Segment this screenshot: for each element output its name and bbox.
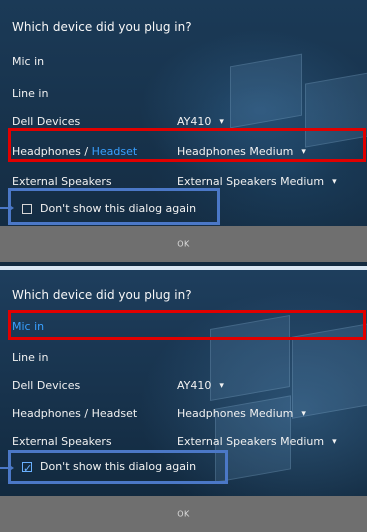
arrow-right-icon <box>0 464 14 472</box>
ok-button[interactable]: OK <box>177 510 190 519</box>
dell-device-select[interactable]: AY410 ▾ <box>177 374 224 399</box>
chevron-down-icon: ▾ <box>219 381 224 391</box>
option-label: Line in <box>12 351 49 364</box>
option-label: Headphones / Headset <box>12 407 138 420</box>
device-dialog-bottom: Which device did you plug in? Mic in Lin… <box>0 270 367 532</box>
headphones-select[interactable]: Headphones Medium ▾ <box>177 402 306 427</box>
option-label: Dell Devices <box>12 379 81 392</box>
option-label: Mic in <box>12 55 45 68</box>
dialog-title: Which device did you plug in? <box>12 20 192 34</box>
arrow-right-icon <box>0 204 14 212</box>
select-value: External Speakers Medium <box>177 435 325 448</box>
ok-bar: OK <box>0 496 367 532</box>
option-headphones-headset[interactable]: Headphones / Headset Headphones Medium ▾ <box>12 402 355 426</box>
chevron-down-icon: ▾ <box>332 177 337 187</box>
select-value: Headphones Medium <box>177 407 294 420</box>
select-value: External Speakers Medium <box>177 175 325 188</box>
red-highlight-headphones <box>8 128 366 162</box>
device-dialog-top: Which device did you plug in? Mic in Lin… <box>0 0 367 266</box>
ok-button[interactable]: OK <box>177 240 190 249</box>
dialog-title: Which device did you plug in? <box>12 288 192 302</box>
select-value: AY410 <box>177 115 212 128</box>
blue-highlight-checkbox <box>8 450 228 484</box>
option-dell-devices[interactable]: Dell Devices AY410 ▾ <box>12 374 355 398</box>
option-label: Line in <box>12 87 49 100</box>
red-highlight-mic-in <box>8 310 366 340</box>
chevron-down-icon: ▾ <box>332 437 337 447</box>
chevron-down-icon: ▾ <box>301 409 306 419</box>
ok-bar: OK <box>0 226 367 262</box>
option-mic-in[interactable]: Mic in <box>12 50 355 74</box>
select-value: AY410 <box>177 379 212 392</box>
option-line-in[interactable]: Line in <box>12 82 355 106</box>
blue-highlight-checkbox <box>8 188 220 225</box>
option-line-in[interactable]: Line in <box>12 346 355 370</box>
